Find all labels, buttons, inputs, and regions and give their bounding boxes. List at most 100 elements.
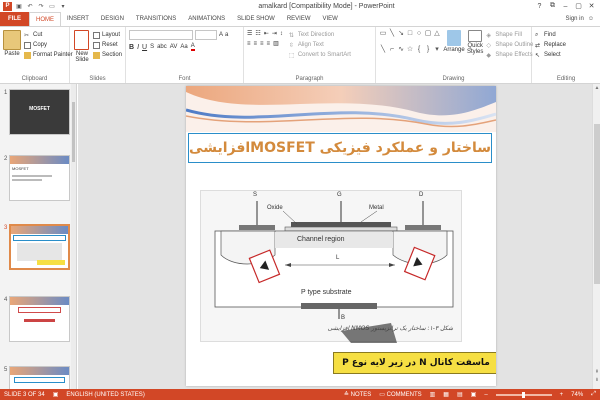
help-icon[interactable]: ? (533, 1, 546, 11)
tab-home[interactable]: HOME (29, 12, 61, 26)
justify-icon[interactable]: ≡ (267, 41, 271, 47)
section-button[interactable]: Section (92, 50, 122, 60)
arrange-button[interactable]: Arrange (443, 30, 465, 60)
font-size-box[interactable] (195, 30, 217, 40)
shape-elbow-icon[interactable]: ⌐ (388, 46, 396, 54)
shape-textbox-icon[interactable]: ▭ (379, 30, 387, 38)
columns-icon[interactable]: ▥ (273, 40, 279, 47)
comments-button[interactable]: ▭ COMMENTS (379, 391, 421, 398)
smiley-icon[interactable]: ☺ (588, 16, 594, 22)
align-right-icon[interactable]: ≡ (260, 41, 264, 47)
shadow-icon[interactable]: S (150, 44, 154, 50)
shape-oval-icon[interactable]: ○ (415, 30, 423, 38)
cut-button[interactable]: ✂ Cut (24, 30, 73, 40)
reset-button[interactable]: Reset (92, 40, 122, 50)
char-spacing-icon[interactable]: AV (170, 44, 178, 50)
change-case-icon[interactable]: Aa (180, 44, 187, 50)
tab-slide-show[interactable]: SLIDE SHOW (231, 12, 281, 26)
format-painter-button[interactable]: Format Painter (24, 50, 73, 60)
notes-button[interactable]: ≙ NOTES (344, 391, 371, 398)
editor-scrollbar[interactable]: ▲ ⇞ ⇟ (592, 84, 600, 389)
shape-outline-button[interactable]: ◇ Shape Outline (486, 40, 533, 50)
shape-line2-icon[interactable]: ╲ (379, 46, 387, 54)
redo-icon[interactable]: ↷ (37, 2, 45, 10)
tab-insert[interactable]: INSERT (61, 12, 95, 26)
italic-icon[interactable]: I (137, 44, 139, 51)
scrollbar-thumb[interactable] (72, 102, 75, 162)
prev-slide-icon[interactable]: ⇞ (594, 369, 600, 375)
strikethrough-icon[interactable]: abc (157, 44, 167, 50)
thumbnail-slide-3-selected[interactable] (9, 224, 70, 270)
increase-indent-icon[interactable]: ⇥ (272, 30, 277, 37)
tab-animations[interactable]: ANIMATIONS (182, 12, 231, 26)
find-button[interactable]: ⌕ Find (535, 30, 597, 40)
tab-view[interactable]: VIEW (317, 12, 344, 26)
undo-icon[interactable]: ↶ (26, 2, 34, 10)
zoom-slider-handle[interactable] (521, 391, 525, 398)
bullets-icon[interactable]: ☰ (247, 30, 252, 37)
thumbnail-slide-1[interactable]: MOSFET (9, 89, 70, 135)
shrink-font-icon[interactable]: a (225, 30, 228, 40)
shape-more-icon[interactable]: ▾ (433, 46, 441, 54)
save-icon[interactable]: ▣ (15, 2, 23, 10)
quick-styles-button[interactable]: Quick Styles (467, 30, 483, 60)
zoom-level[interactable]: 74% (571, 392, 583, 398)
shape-star-icon[interactable]: ☆ (406, 46, 414, 54)
shape-roundrect-icon[interactable]: ▢ (424, 30, 432, 38)
align-center-icon[interactable]: ≡ (254, 41, 258, 47)
shape-triangle-icon[interactable]: △ (433, 30, 441, 38)
shape-brace-icon[interactable]: { (415, 46, 423, 54)
select-button[interactable]: ↖ Select (535, 50, 597, 60)
tab-file[interactable]: FILE (0, 12, 29, 26)
shape-curve-icon[interactable]: ∿ (397, 46, 405, 54)
thumbnail-slide-2[interactable]: MOSFET (9, 155, 70, 201)
slide-title[interactable]: ساختار و عملکرد فیزیکی MOSFETافزایشی (188, 133, 492, 163)
grow-font-icon[interactable]: A (219, 30, 223, 40)
slide-sorter-icon[interactable]: ▦ (443, 391, 449, 398)
zoom-slider[interactable] (495, 391, 552, 398)
reading-view-icon[interactable]: ▤ (457, 391, 463, 398)
fit-slide-icon[interactable]: ⤢ (591, 391, 596, 398)
slideshow-view-icon[interactable]: ▣ (471, 391, 477, 398)
thumbnails-scrollbar[interactable] (71, 84, 76, 389)
editor-scrollbar-thumb[interactable] (594, 124, 600, 284)
font-color-icon[interactable]: A (190, 43, 195, 51)
slide-caption-box[interactable]: ماسفت کانال N در زیر لایه نوع P (333, 352, 496, 374)
restore-icon[interactable]: ▢ (572, 1, 585, 11)
spelling-icon[interactable]: ▣ (53, 391, 59, 398)
font-name-box[interactable] (129, 30, 193, 40)
zoom-in-icon[interactable]: + (560, 392, 564, 398)
close-icon[interactable]: ✕ (585, 1, 598, 11)
shape-effects-button[interactable]: ◆ Shape Effects (486, 50, 533, 60)
layout-button[interactable]: Layout (92, 30, 122, 40)
underline-icon[interactable]: U (142, 44, 147, 51)
start-slideshow-icon[interactable]: ▭ (48, 2, 56, 10)
align-left-icon[interactable]: ≡ (247, 41, 251, 47)
tab-design[interactable]: DESIGN (95, 12, 130, 26)
thumbnail-slide-4[interactable] (9, 296, 70, 342)
copy-button[interactable]: Copy (24, 40, 73, 50)
thumbnail-slide-5[interactable] (9, 366, 70, 389)
convert-smartart-button[interactable]: ⬚ Convert to SmartArt (289, 50, 351, 60)
tab-review[interactable]: REVIEW (281, 12, 317, 26)
next-slide-icon[interactable]: ⇟ (594, 377, 600, 383)
current-slide[interactable]: ساختار و عملکرد فیزیکی MOSFETافزایشی S G… (186, 86, 496, 386)
sign-in-link[interactable]: Sign in (566, 16, 584, 22)
line-spacing-icon[interactable]: ↕ (280, 31, 283, 37)
normal-view-icon[interactable]: ▥ (430, 391, 436, 398)
bold-icon[interactable]: B (129, 44, 134, 51)
tab-transitions[interactable]: TRANSITIONS (130, 12, 182, 26)
shape-fill-button[interactable]: ◈ Shape Fill (486, 30, 533, 40)
minimize-icon[interactable]: – (559, 1, 572, 11)
language-indicator[interactable]: ENGLISH (UNITED STATES) (66, 392, 144, 398)
text-direction-button[interactable]: ⇅ Text Direction (289, 30, 351, 40)
scroll-up-icon[interactable]: ▲ (594, 85, 600, 91)
shape-arrow-icon[interactable]: ↘ (397, 30, 405, 38)
shapes-gallery[interactable]: ▭ ╲ ↘ □ ○ ▢ △ ╲ ⌐ ∿ ☆{} ▾ (379, 30, 441, 60)
mosfet-diagram[interactable]: S G D Oxide Metal Channel region L P typ… (200, 190, 462, 343)
numbering-icon[interactable]: ☷ (255, 30, 260, 37)
zoom-out-icon[interactable]: – (484, 392, 487, 398)
paste-button[interactable]: Paste (3, 30, 21, 60)
customize-qat-icon[interactable]: ▾ (59, 2, 67, 10)
align-text-button[interactable]: ⇳ Align Text (289, 40, 351, 50)
